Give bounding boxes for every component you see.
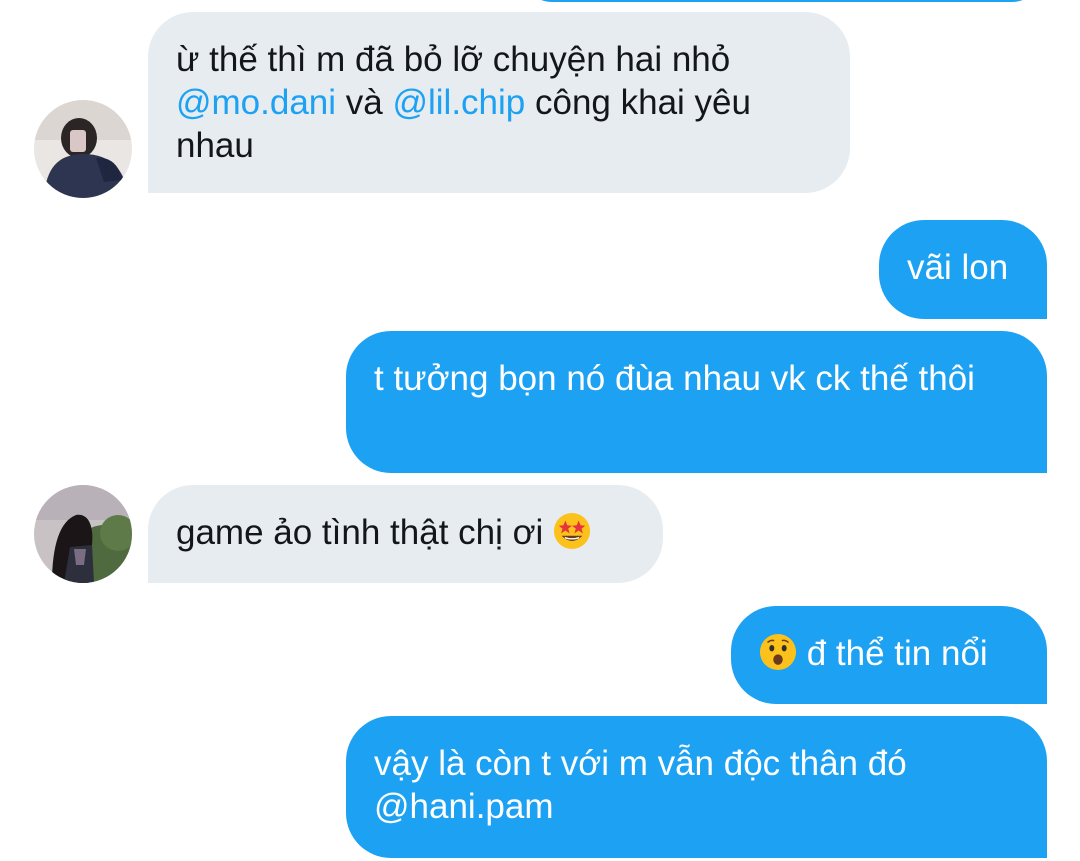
message-text: t tưởng bọn nó đùa nhau vk ck thế thôi: [374, 359, 975, 398]
incoming-message-bubble[interactable]: ừ thế thì m đã bỏ lỡ chuyện hai nhỏ @mo.…: [148, 12, 850, 193]
astonished-face-emoji-icon: [759, 633, 797, 671]
incoming-message-bubble[interactable]: game ảo tình thật chị ơi: [148, 485, 663, 583]
outgoing-message-bubble[interactable]: t tưởng bọn nó đùa nhau vk ck thế thôi: [346, 331, 1047, 473]
outgoing-message-bubble[interactable]: vậy là còn t với m vẫn độc thân đó @hani…: [346, 716, 1047, 858]
outgoing-message-bubble[interactable]: đ thể tin nổi: [731, 606, 1047, 704]
star-struck-emoji-icon: [554, 512, 591, 550]
sender-avatar[interactable]: [34, 485, 132, 583]
message-text: game ảo tình thật chị ơi: [176, 513, 554, 552]
mention-link[interactable]: @mo.dani: [176, 83, 336, 122]
message-text: đ thể tin nổi: [797, 634, 988, 673]
outgoing-message-bubble[interactable]: vãi lon: [879, 220, 1047, 319]
avatar-photo-icon: [34, 100, 132, 198]
message-text: ừ thế thì m đã bỏ lỡ chuyện hai nhỏ: [176, 40, 731, 79]
avatar-photo-icon: [34, 485, 132, 583]
previous-message-bubble: [522, 0, 1042, 2]
sender-avatar[interactable]: [34, 100, 132, 198]
message-text: vậy là còn t với m vẫn độc thân đó @hani…: [374, 744, 907, 826]
message-text: và: [336, 83, 393, 122]
mention-link[interactable]: @lil.chip: [392, 83, 525, 122]
message-text: vãi lon: [907, 248, 1009, 287]
